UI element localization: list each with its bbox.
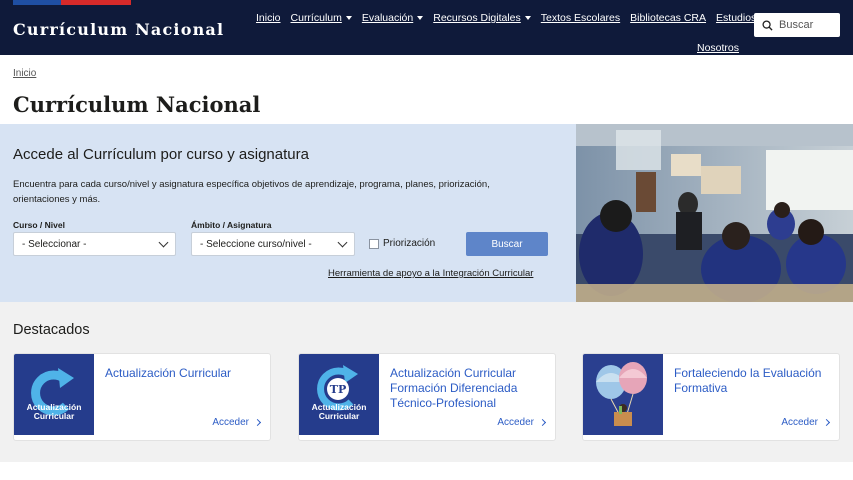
checkbox-box[interactable]	[369, 238, 379, 249]
hero-heading: Accede al Currículum por curso y asignat…	[13, 146, 309, 163]
nav-label: Evaluación	[361, 12, 414, 24]
card-actualizacion-tp[interactable]: TP Actualización Curricular Actualizació…	[298, 353, 556, 441]
acceder-label: Acceder	[497, 417, 534, 428]
chevron-right-icon	[538, 418, 547, 427]
main-nav: Inicio Currículum Evaluación Recursos Di…	[256, 12, 756, 24]
priorizacion-checkbox[interactable]: Priorización	[369, 238, 435, 249]
acceder-link[interactable]: Acceder	[497, 417, 547, 428]
curriculum-search-hero: Accede al Currículum por curso y asignat…	[0, 124, 853, 302]
acceder-link[interactable]: Acceder	[212, 417, 262, 428]
page-title: Currículum Nacional	[13, 92, 261, 117]
refresh-arrow-icon	[31, 368, 74, 416]
nav-label: Currículum	[290, 12, 342, 24]
nav-nosotros[interactable]: Nosotros	[697, 42, 739, 54]
chevron-right-icon	[253, 418, 262, 427]
site-logo[interactable]: Currículum Nacional	[13, 20, 224, 39]
curso-select[interactable]: - Seleccionar -	[13, 232, 176, 256]
thumbnail-label: Actualización Curricular	[311, 402, 367, 421]
hot-air-balloon-icon	[596, 362, 647, 426]
integration-tool-link[interactable]: Herramienta de apoyo a la Integración Cu…	[328, 268, 533, 279]
buscar-button[interactable]: Buscar	[466, 232, 548, 256]
card-thumbnail	[583, 354, 663, 435]
nav-estudios[interactable]: Estudios	[716, 12, 756, 24]
card-title: Fortaleciendo la Evaluación Formativa	[674, 366, 822, 395]
nav-textos-escolares[interactable]: Textos Escolares	[541, 12, 620, 24]
thumbnail-label: Actualización Curricular	[26, 402, 82, 421]
card-evaluacion-formativa[interactable]: Fortaleciendo la Evaluación Formativa Ac…	[582, 353, 840, 441]
acceder-label: Acceder	[781, 417, 818, 428]
ambito-select[interactable]: - Seleccione curso/nivel -	[191, 232, 355, 256]
caret-down-icon	[345, 16, 352, 20]
hero-description: Encuentra para cada curso/nivel y asigna…	[13, 179, 490, 205]
nav-second-row: Nosotros	[697, 38, 739, 56]
curso-label: Curso / Nivel	[13, 220, 65, 230]
tp-refresh-icon: TP	[317, 365, 358, 411]
chevron-down-icon	[158, 237, 169, 247]
nav-inicio[interactable]: Inicio	[256, 12, 281, 24]
card-actualizacion-curricular[interactable]: Actualización Curricular Actualización C…	[13, 353, 271, 441]
chevron-right-icon	[822, 418, 831, 427]
card-thumbnail: TP Actualización Curricular	[299, 354, 379, 435]
ambito-label: Ámbito / Asignatura	[191, 220, 272, 230]
nav-label: Recursos Digitales	[433, 12, 521, 24]
destacados-section: Destacados Actualización Curricular Actu…	[0, 302, 853, 462]
curso-select-value: - Seleccionar -	[22, 238, 87, 250]
nav-evaluacion[interactable]: Evaluación	[361, 12, 424, 24]
acceder-link[interactable]: Acceder	[781, 417, 831, 428]
acceder-label: Acceder	[212, 417, 249, 428]
breadcrumb[interactable]: Inicio	[13, 68, 36, 79]
ambito-select-value: - Seleccione curso/nivel -	[200, 238, 312, 250]
card-title: Actualización Curricular Formación Difer…	[390, 366, 518, 410]
classroom-photo	[576, 124, 853, 302]
card-title: Actualización Curricular	[105, 366, 232, 380]
search-box[interactable]: Buscar	[754, 13, 840, 37]
site-header: Currículum Nacional Inicio Currículum Ev…	[0, 0, 853, 55]
chevron-down-icon	[337, 237, 348, 247]
card-thumbnail: Actualización Curricular	[14, 354, 94, 435]
caret-down-icon	[524, 16, 531, 20]
nav-curriculum[interactable]: Currículum	[291, 12, 352, 24]
chile-flag-stripe	[13, 0, 131, 5]
nav-recursos-digitales[interactable]: Recursos Digitales	[433, 12, 531, 24]
search-icon	[762, 19, 773, 31]
nav-bibliotecas-cra[interactable]: Bibliotecas CRA	[630, 12, 706, 24]
caret-down-icon	[417, 16, 424, 20]
destacados-heading: Destacados	[13, 322, 90, 338]
svg-text:TP: TP	[330, 383, 346, 396]
priorizacion-label: Priorización	[383, 238, 436, 249]
search-placeholder: Buscar	[779, 19, 814, 31]
